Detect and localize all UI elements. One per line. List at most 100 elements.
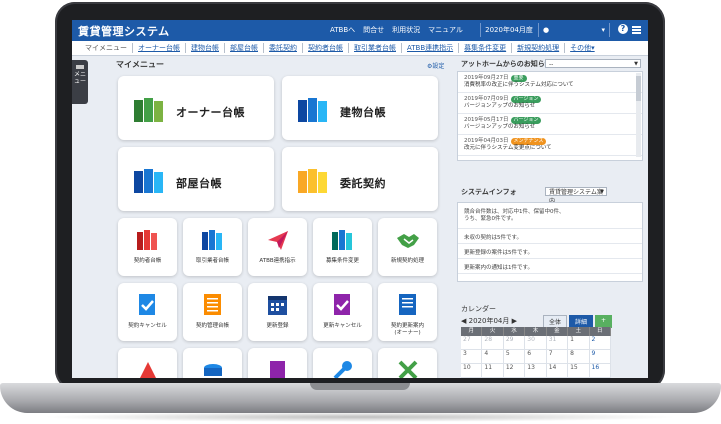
settings-link[interactable]: ⚙設定 bbox=[427, 61, 444, 70]
card-row3-3[interactable] bbox=[248, 348, 307, 378]
nav-atbb-link[interactable]: ATBB連携指示 bbox=[402, 43, 460, 53]
card-label: 契約更新案内 (オーナー) bbox=[390, 323, 424, 336]
hamburger-menu-icon[interactable] bbox=[632, 26, 641, 35]
help-icon[interactable]: ? bbox=[618, 24, 628, 34]
card-label: 部屋台帳 bbox=[176, 177, 222, 190]
calendar-day[interactable]: 3 bbox=[461, 350, 483, 364]
card-renewal-register[interactable]: 更新登録 bbox=[248, 283, 307, 341]
list-item: 競合台件数は、対応中1件、保留中0件、 bbox=[464, 209, 565, 215]
card-label: 取引業者台帳 bbox=[195, 258, 229, 264]
nav-building-ledger[interactable]: 建物台帳 bbox=[186, 43, 225, 53]
card-contract-cancel[interactable]: 契約キャンセル bbox=[118, 283, 177, 341]
calendar-day[interactable]: 9 bbox=[589, 350, 611, 364]
nav-mymenu[interactable]: マイメニュー bbox=[80, 43, 133, 53]
card-row3-5[interactable] bbox=[378, 348, 437, 378]
card-building-ledger[interactable]: 建物台帳 bbox=[282, 76, 438, 140]
card-renewal-notice[interactable]: 契約更新案内 (オーナー) bbox=[378, 283, 437, 341]
next-month-icon[interactable]: ▶ bbox=[512, 317, 517, 325]
calendar-day[interactable]: 5 bbox=[503, 350, 526, 364]
calendar-day[interactable]: 4 bbox=[482, 350, 504, 364]
calendar-day[interactable]: 7 bbox=[546, 350, 569, 364]
card-renewal-cancel[interactable]: 更新キャンセル bbox=[313, 283, 372, 341]
card-recruit-change[interactable]: 募集条件変更 bbox=[313, 218, 372, 276]
card-label: 募集条件変更 bbox=[325, 258, 359, 264]
news-list: 2019年09月27日 重要 消費税率の改正に伴うシステム対応について 2019年… bbox=[457, 71, 643, 161]
calendar-day[interactable]: 29 bbox=[503, 336, 526, 350]
calendar-day[interactable]: 30 bbox=[525, 336, 547, 350]
card-contract-management[interactable]: 契約管理台帳 bbox=[183, 283, 242, 341]
calendar-day[interactable]: 6 bbox=[525, 350, 547, 364]
calendar-day[interactable]: 27 bbox=[461, 336, 483, 350]
card-row3-4[interactable] bbox=[313, 348, 372, 378]
calendar-day[interactable]: 14 bbox=[546, 364, 569, 378]
card-label: 契約キャンセル bbox=[128, 323, 167, 329]
card-row3-1[interactable] bbox=[118, 348, 177, 378]
calendar-day[interactable]: 10 bbox=[461, 364, 483, 378]
card-consignment[interactable]: 委託契約 bbox=[282, 147, 438, 211]
calendar-day[interactable]: 28 bbox=[482, 336, 504, 350]
list-icon bbox=[76, 65, 84, 69]
card-label: 委託契約 bbox=[340, 177, 386, 190]
doc-lines-icon bbox=[399, 294, 416, 315]
nav-contractor-ledger[interactable]: 契約者台帳 bbox=[303, 43, 349, 53]
card-label: 新規契約処理 bbox=[390, 258, 424, 264]
calendar-day[interactable]: 8 bbox=[568, 350, 590, 364]
calendar-day[interactable]: 16 bbox=[589, 364, 611, 378]
list-item: うち、緊急0件です。 bbox=[458, 214, 642, 229]
nav-consignment[interactable]: 委託契約 bbox=[264, 43, 303, 53]
card-owner-ledger[interactable]: オーナー台帳 bbox=[118, 76, 274, 140]
list-item[interactable]: 2019年09月27日 重要 消費税率の改正に伴うシステム対応について bbox=[458, 72, 642, 93]
sysinfo-filter-select[interactable]: 賃貸管理システム案内▼ bbox=[545, 187, 607, 205]
calendar-day[interactable]: 15 bbox=[568, 364, 590, 378]
side-menu-label: メニュー bbox=[73, 71, 86, 85]
doc-list-icon bbox=[204, 294, 221, 315]
card-new-contract[interactable]: 新規契約処理 bbox=[378, 218, 437, 276]
nav-room-ledger[interactable]: 部屋台帳 bbox=[225, 43, 264, 53]
calendar-week: 3456789 bbox=[461, 350, 611, 364]
calendar-week: 27 28 29 30 31 1 2 bbox=[461, 336, 611, 350]
link-manual[interactable]: マニュアル bbox=[428, 25, 463, 35]
current-month: 2020年04月度 bbox=[480, 23, 537, 37]
link-atbb[interactable]: ATBBへ bbox=[330, 25, 355, 35]
user-icon: ● bbox=[543, 26, 550, 34]
chevron-down-icon: ▼ bbox=[600, 189, 604, 195]
calendar-day[interactable]: 1 bbox=[568, 336, 590, 350]
app-title: 賃貸管理システム bbox=[78, 25, 170, 38]
tag-icon bbox=[140, 362, 156, 378]
nav-owner-ledger[interactable]: オーナー台帳 bbox=[133, 43, 186, 53]
wrench-icon bbox=[333, 361, 352, 378]
calendar-day[interactable]: 31 bbox=[546, 336, 569, 350]
list-item: 更新登録の案件は5件です。 bbox=[458, 244, 642, 259]
list-item[interactable]: 2019年05月17日 バージョン バージョンアップのお知らせ bbox=[458, 114, 642, 135]
card-contractor-ledger[interactable]: 契約者台帳 bbox=[118, 218, 177, 276]
app-screen: 賃貸管理システム ATBBへ 問合せ 利用状況 マニュアル 2020年04月度 … bbox=[72, 20, 648, 378]
handshake-icon bbox=[397, 234, 419, 248]
books-blue-icon bbox=[134, 169, 163, 193]
calendar-day[interactable]: 11 bbox=[482, 364, 504, 378]
nav-other[interactable]: その他▾ bbox=[565, 43, 600, 53]
calendar-day[interactable]: 13 bbox=[525, 364, 547, 378]
prev-month-icon[interactable]: ◀ bbox=[461, 317, 466, 325]
doc-purple-icon bbox=[270, 361, 285, 378]
calendar-nav: ◀ 2020年04月 ▶ bbox=[461, 316, 517, 326]
mymenu-panel: マイメニュー ⚙設定 オーナー台帳 建物台帳 部屋台帳 委託契約 契約者台帳 取… bbox=[92, 57, 452, 378]
side-menu-tab[interactable]: メニュー bbox=[72, 60, 88, 104]
laptop-shadow bbox=[40, 412, 680, 422]
list-item[interactable]: 2019年04月03日 メンテナンス 改元に伴うシステム変更点について bbox=[458, 135, 642, 156]
scrollbar[interactable] bbox=[636, 73, 641, 157]
nav-recruit-change[interactable]: 募集条件変更 bbox=[459, 43, 513, 53]
calendar-day[interactable]: 2 bbox=[589, 336, 611, 350]
card-room-ledger[interactable]: 部屋台帳 bbox=[118, 147, 274, 211]
card-atbb-link[interactable]: ATBB連携指示 bbox=[248, 218, 307, 276]
user-menu[interactable]: ● ▾ bbox=[538, 23, 610, 37]
nav-vendor-ledger[interactable]: 取引業者台帳 bbox=[349, 43, 402, 53]
nav-new-contract[interactable]: 新規契約処理 bbox=[512, 43, 566, 53]
card-row3-2[interactable] bbox=[183, 348, 242, 378]
news-filter-select[interactable]: -- ▼ bbox=[545, 59, 641, 68]
calendar-day[interactable]: 12 bbox=[503, 364, 526, 378]
link-usage[interactable]: 利用状況 bbox=[392, 25, 420, 35]
card-vendor-ledger[interactable]: 取引業者台帳 bbox=[183, 218, 242, 276]
link-contact[interactable]: 問合せ bbox=[363, 25, 384, 35]
sysinfo-list: 競合台件数は、対応中1件、保留中0件、 うち、緊急0件です。 未収の契約は5件で… bbox=[457, 202, 643, 282]
list-item[interactable]: 2019年07月09日 バージョン バージョンアップのお知らせ bbox=[458, 93, 642, 114]
